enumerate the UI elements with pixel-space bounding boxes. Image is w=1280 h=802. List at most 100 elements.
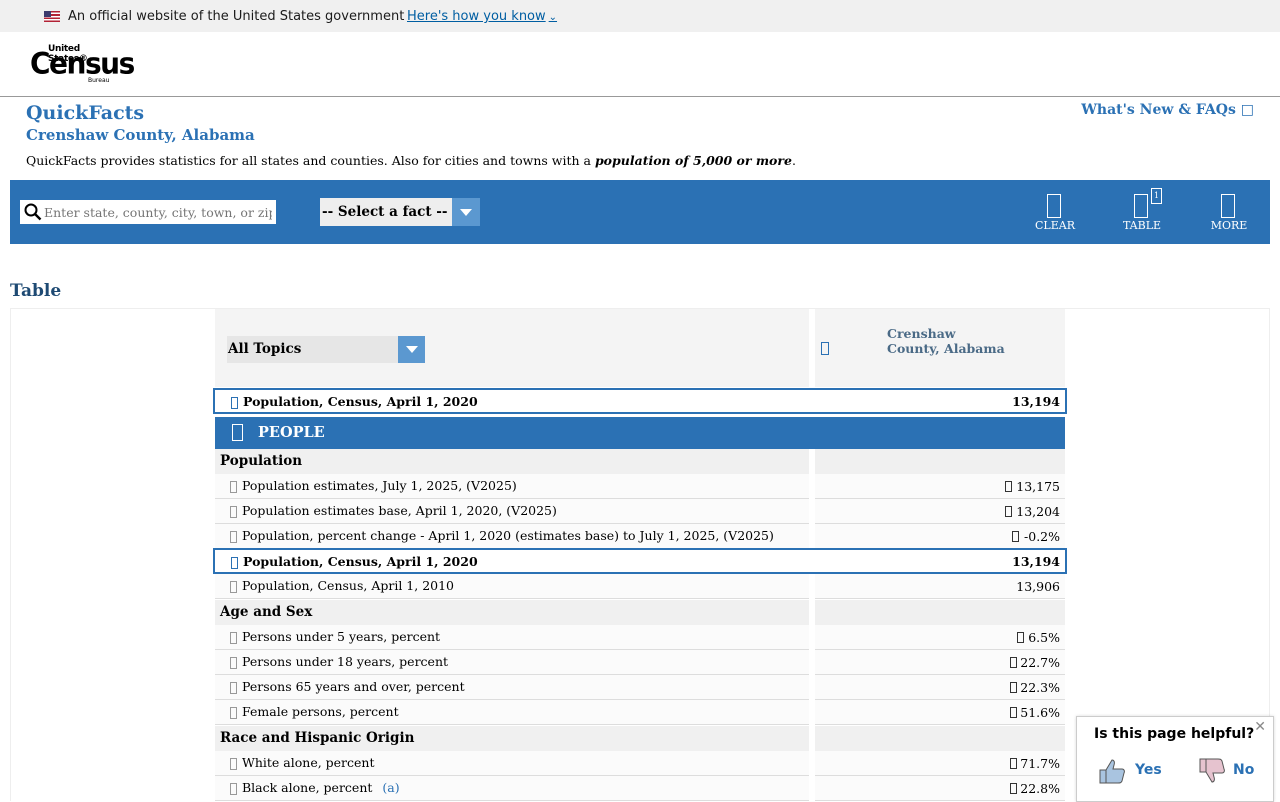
row-label: Population, Census, April 1, 2010 [242, 578, 454, 593]
quickfacts-title[interactable]: QuickFacts [26, 102, 144, 124]
group-header-age-sex: Age and Sex [215, 600, 1065, 625]
table-row[interactable]: Persons under 5 years, percent 6.5% [215, 625, 1065, 650]
search-icon [24, 203, 42, 221]
info-icon[interactable] [230, 707, 237, 719]
info-icon[interactable] [230, 481, 237, 493]
row-label: White alone, percent [242, 755, 375, 770]
info-icon[interactable] [230, 632, 237, 644]
value-flag-icon[interactable] [1010, 707, 1017, 718]
row-value: 22.7% [1020, 655, 1060, 670]
group-header-race: Race and Hispanic Origin [215, 726, 1065, 751]
gov-banner-text: An official website of the United States… [68, 9, 405, 24]
whats-new-faqs-link[interactable]: What's New & FAQs □ [1081, 102, 1254, 118]
info-icon[interactable] [230, 682, 237, 694]
table-row[interactable]: Population, percent change - April 1, 20… [215, 524, 1065, 549]
value-flag-icon[interactable] [1017, 632, 1024, 643]
chevron-down-icon: ⌄ [548, 12, 558, 23]
row-label: Black alone, percent (a) [242, 780, 400, 795]
row-label: Female persons, percent [242, 704, 399, 719]
no-label: No [1233, 762, 1255, 778]
gov-banner: An official website of the United States… [0, 0, 1280, 32]
search-input[interactable] [44, 202, 272, 222]
table-label: TABLE [1122, 219, 1162, 232]
value-flag-icon[interactable] [1010, 783, 1017, 794]
row-label: Population, percent change - April 1, 20… [242, 528, 774, 543]
more-button[interactable]: MORE [1199, 192, 1259, 236]
table-icon [1134, 194, 1148, 218]
row-label: Population, Census, April 1, 2020 [243, 554, 478, 569]
table-row[interactable]: White alone, percent 71.7% [215, 751, 1065, 776]
people-label: PEOPLE [258, 424, 325, 441]
section-title: Table [10, 281, 62, 301]
clear-button[interactable]: CLEAR [1025, 192, 1085, 236]
clear-label: CLEAR [1035, 219, 1075, 232]
thumbs-down-icon [1199, 758, 1225, 783]
table-row[interactable]: Female persons, percent 51.6% [215, 700, 1065, 725]
table-row[interactable]: Population estimates base, April 1, 2020… [215, 499, 1065, 524]
info-icon[interactable] [230, 581, 237, 593]
info-icon[interactable] [230, 758, 237, 770]
row-value: 13,906 [1016, 579, 1060, 594]
location-title: Crenshaw County, Alabama [26, 126, 255, 144]
info-icon[interactable] [230, 531, 237, 543]
search-box[interactable] [20, 200, 276, 224]
fact-select[interactable]: -- Select a fact -- [320, 198, 480, 226]
value-flag-icon[interactable] [1005, 506, 1012, 517]
value-flag-icon[interactable] [1010, 657, 1017, 668]
topic-select-label: All Topics [228, 341, 302, 357]
footnote-link[interactable]: (a) [382, 780, 399, 795]
close-icon[interactable]: ✕ [1254, 719, 1266, 735]
info-icon[interactable] [230, 657, 237, 669]
info-icon[interactable] [231, 557, 238, 569]
people-section-header[interactable]: PEOPLE [215, 417, 1065, 449]
row-value: 13,204 [1016, 504, 1060, 519]
quickfacts-toolbar: -- Select a fact -- CLEAR 1 TABLE MORE [10, 180, 1270, 244]
heres-how-you-know-link[interactable]: Here's how you know ⌄ [407, 9, 557, 24]
row-label: Persons 65 years and over, percent [242, 679, 465, 694]
table-row[interactable]: Persons 65 years and over, percent 22.3% [215, 675, 1065, 700]
group-label: Race and Hispanic Origin [220, 730, 415, 746]
row-value: 71.7% [1020, 756, 1060, 771]
chevron-down-icon [398, 336, 425, 363]
column-info-icon[interactable] [821, 342, 829, 355]
info-icon[interactable] [230, 506, 237, 518]
table-row-highlighted[interactable]: Population, Census, April 1, 2020 13,194 [213, 548, 1067, 574]
table-button[interactable]: 1 TABLE [1112, 188, 1172, 236]
value-flag-icon[interactable] [1010, 758, 1017, 769]
table-row-pinned[interactable]: Population, Census, April 1, 2020 13,194 [213, 388, 1067, 414]
row-value: -0.2% [1024, 529, 1060, 544]
group-label: Population [220, 453, 303, 469]
row-value: 13,175 [1016, 479, 1060, 494]
feedback-question: Is this page helpful? [1094, 726, 1255, 742]
people-icon [232, 424, 243, 441]
table-count-badge: 1 [1151, 188, 1162, 204]
value-flag-icon[interactable] [1005, 481, 1012, 492]
thumbs-up-icon [1099, 759, 1125, 784]
site-header: United States® Census Bureau [0, 32, 1280, 97]
census-logo[interactable]: United States® Census Bureau [30, 44, 135, 84]
group-header-population: Population [215, 449, 1065, 474]
row-value: 51.6% [1020, 705, 1060, 720]
row-value: 22.3% [1020, 680, 1060, 695]
info-icon[interactable] [230, 783, 237, 795]
row-value: 6.5% [1028, 630, 1060, 645]
yes-label: Yes [1135, 762, 1162, 778]
info-icon[interactable] [231, 397, 238, 409]
clear-icon [1047, 194, 1061, 218]
row-value: 13,194 [1012, 554, 1060, 569]
us-flag-icon [44, 11, 60, 22]
topic-select[interactable]: All Topics [227, 336, 425, 363]
row-label: Persons under 5 years, percent [242, 629, 441, 644]
group-label: Age and Sex [220, 604, 313, 620]
more-icon [1221, 194, 1235, 218]
value-flag-icon[interactable] [1010, 682, 1017, 693]
value-flag-icon[interactable] [1012, 531, 1019, 542]
table-row[interactable]: Black alone, percent (a) 22.8% [215, 776, 1065, 801]
column-header-location: Crenshaw County, Alabama [887, 326, 1005, 356]
table-row[interactable]: Population, Census, April 1, 2010 13,906 [215, 574, 1065, 599]
table-row[interactable]: Population estimates, July 1, 2025, (V20… [215, 474, 1065, 499]
more-label: MORE [1210, 219, 1248, 232]
row-label: Persons under 18 years, percent [242, 654, 449, 669]
table-row[interactable]: Persons under 18 years, percent 22.7% [215, 650, 1065, 675]
row-label: Population estimates, July 1, 2025, (V20… [242, 478, 517, 493]
